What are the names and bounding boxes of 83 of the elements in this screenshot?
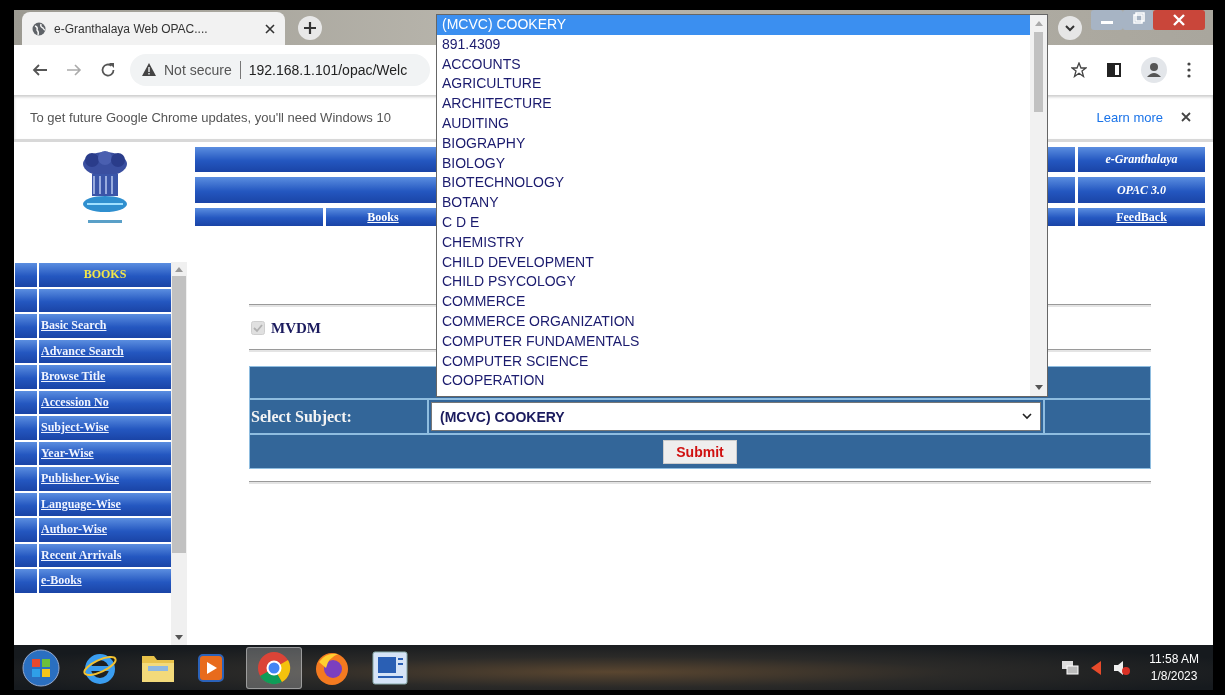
sidebar-link[interactable]: Year-Wise xyxy=(39,441,171,465)
scrollbar[interactable] xyxy=(1030,15,1047,396)
sidebar-cell xyxy=(15,441,37,465)
scroll-down-icon[interactable] xyxy=(1034,385,1043,390)
tab-search-icon[interactable] xyxy=(1057,15,1083,41)
dropdown-option[interactable]: C D E xyxy=(437,212,1030,233)
sidebar-link[interactable]: Accession No xyxy=(39,390,171,414)
scroll-thumb[interactable] xyxy=(1034,32,1043,112)
header-title: e-Granthalaya xyxy=(1078,147,1205,172)
learn-more-link[interactable]: Learn more xyxy=(1096,109,1163,125)
network-icon[interactable] xyxy=(1061,659,1080,676)
globe-icon xyxy=(32,21,46,36)
dropdown-option[interactable]: CHILD DEVELOPMENT xyxy=(437,252,1030,273)
scrollbar[interactable] xyxy=(171,262,187,645)
submit-button[interactable]: Submit xyxy=(663,439,737,464)
sidebar-cell xyxy=(15,263,37,287)
subject-select[interactable]: (MCVC) COOKERY xyxy=(431,402,1041,431)
dropdown-option[interactable]: AGRICULTURE xyxy=(437,74,1030,95)
sidebar-cell xyxy=(15,314,37,338)
header-title: OPAC 3.0 xyxy=(1078,177,1205,203)
dropdown-option[interactable]: BOTANY xyxy=(437,193,1030,213)
sidebar-link[interactable]: Recent Arrivals xyxy=(39,543,171,567)
library-label: MVDM xyxy=(271,319,321,337)
dropdown-option[interactable]: CHEMISTRY xyxy=(437,232,1030,253)
dropdown-option[interactable]: AUDITING xyxy=(437,114,1030,134)
sidebar-link[interactable]: e-Books xyxy=(39,569,171,593)
address-bar[interactable]: Not secure 192.168.1.101/opac/Welc xyxy=(130,53,430,86)
dropdown-option[interactable]: BIOGRAPHY xyxy=(437,133,1030,154)
star-icon[interactable] xyxy=(1071,61,1087,78)
sidebar-cell xyxy=(15,569,37,593)
dropdown-option[interactable]: COMMERCE xyxy=(437,292,1030,312)
clock-time: 11:58 AM xyxy=(1149,650,1199,668)
menu-icon[interactable] xyxy=(1187,61,1191,78)
dropdown-option[interactable]: ACCOUNTS xyxy=(437,54,1030,75)
sidebar-cell xyxy=(15,365,37,389)
dropdown-option[interactable]: COMPUTER SCIENCE xyxy=(437,351,1030,372)
flag-icon[interactable] xyxy=(1091,660,1102,675)
chrome-icon[interactable] xyxy=(257,650,291,685)
sidebar-heading: BOOKS xyxy=(39,263,171,287)
tab-title: e-Granthalaya Web OPAC.... xyxy=(54,21,209,36)
sidebar-cell xyxy=(15,390,37,414)
sidebar-cell xyxy=(15,339,37,363)
reload-icon[interactable] xyxy=(100,61,116,78)
side-panel-icon[interactable] xyxy=(1107,62,1121,77)
media-player-icon[interactable] xyxy=(198,653,224,682)
sidebar-link[interactable]: Browse Title xyxy=(39,365,171,389)
scroll-down-icon[interactable] xyxy=(175,635,183,640)
sidebar-cell xyxy=(15,518,37,542)
close-icon[interactable] xyxy=(1181,112,1191,122)
sidebar-link[interactable]: Language-Wise xyxy=(39,492,171,516)
clock-date: 1/8/2023 xyxy=(1150,667,1198,685)
browser-tab[interactable]: e-Granthalaya Web OPAC.... xyxy=(22,12,285,45)
field-label: Select Subject: xyxy=(249,399,428,434)
sidebar-cell xyxy=(15,288,37,312)
dropdown-option[interactable]: 891.4309 xyxy=(437,34,1030,55)
sidebar-cell xyxy=(15,416,37,440)
volume-muted-icon[interactable] xyxy=(1113,659,1132,676)
sidebar-link[interactable]: Subject-Wise xyxy=(39,416,171,440)
sidebar-cell xyxy=(15,492,37,516)
sidebar-cell xyxy=(15,543,37,567)
sidebar-link[interactable]: Publisher-Wise xyxy=(39,467,171,491)
warning-icon xyxy=(142,63,156,76)
scroll-thumb[interactable] xyxy=(172,276,186,553)
update-message: To get future Google Chrome updates, you'll need Windows 10 xyxy=(30,109,391,125)
close-icon[interactable] xyxy=(265,23,275,34)
dropdown-option[interactable]: ARCHITECTURE xyxy=(437,94,1030,114)
feedback-link[interactable]: FeedBack xyxy=(1078,208,1205,226)
dropdown-option[interactable]: COMMERCE ORGANIZATION xyxy=(437,311,1030,332)
url-text: 192.168.1.101/opac/Welc xyxy=(248,61,408,78)
document-icon[interactable] xyxy=(372,650,408,685)
new-tab-icon[interactable] xyxy=(297,15,323,41)
sidebar-link[interactable]: Basic Search xyxy=(39,314,171,338)
sidebar-cell xyxy=(15,467,37,491)
dropdown-option[interactable]: BIOTECHNOLOGY xyxy=(437,173,1030,194)
chevron-down-icon xyxy=(1022,413,1032,420)
sidebar-link[interactable]: Advance Search xyxy=(39,339,171,363)
dropdown-option[interactable]: COMPUTER FUNDAMENTALS xyxy=(437,331,1030,352)
dropdown-option[interactable]: CHILD PSYCOLOGY xyxy=(437,272,1030,293)
back-icon[interactable] xyxy=(32,61,48,78)
sidebar-link[interactable]: Author-Wise xyxy=(39,518,171,542)
security-label: Not secure xyxy=(164,61,232,78)
start-button[interactable] xyxy=(22,648,60,687)
profile-icon[interactable] xyxy=(1141,56,1167,83)
